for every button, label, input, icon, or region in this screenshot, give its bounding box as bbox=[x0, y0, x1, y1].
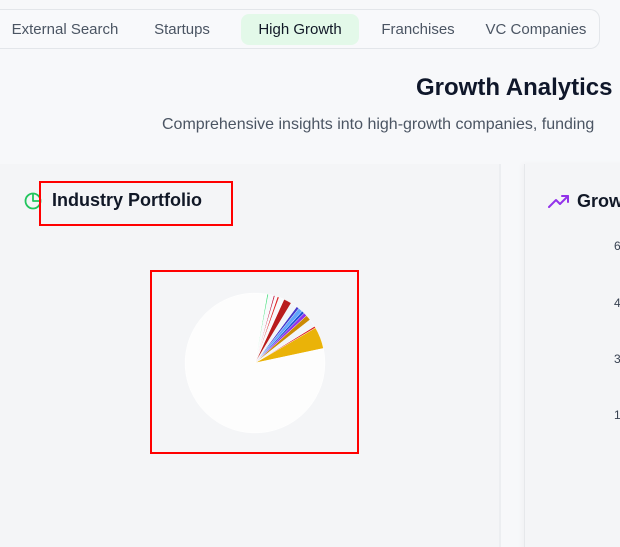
tab-external-search[interactable]: External Search bbox=[0, 14, 130, 45]
y-tick: 300 bbox=[613, 352, 620, 366]
tab-startups[interactable]: Startups bbox=[139, 14, 225, 45]
highlight-box-title bbox=[39, 181, 233, 226]
growth-card-title: Grow bbox=[577, 191, 620, 211]
highlight-box-chart bbox=[150, 270, 359, 454]
tab-franchises[interactable]: Franchises bbox=[370, 14, 466, 45]
tab-high-growth[interactable]: High Growth bbox=[241, 14, 359, 45]
y-tick: 150 bbox=[613, 408, 620, 422]
page-subtitle: Comprehensive insights into high-growth … bbox=[162, 116, 595, 133]
y-tick: 0 bbox=[594, 464, 620, 478]
y-tick: 600 bbox=[613, 239, 620, 253]
tab-vc-companies[interactable]: VC Companies bbox=[478, 14, 594, 45]
growth-card: Grow 600 450 300 150 0 bbox=[524, 164, 620, 547]
tab-bar: External Search Startups High Growth Fra… bbox=[0, 9, 600, 49]
trending-up-icon bbox=[548, 195, 569, 208]
page-title: Growth Analytics bbox=[416, 74, 613, 101]
y-tick: 450 bbox=[613, 296, 620, 310]
